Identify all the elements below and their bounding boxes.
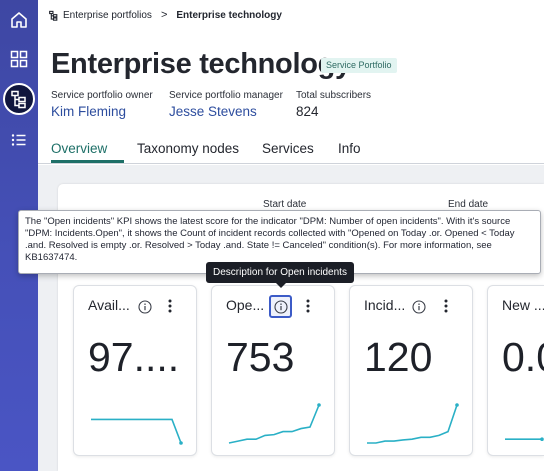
kpi-more-options-button[interactable] [301, 295, 315, 317]
sparkline-endpoint [317, 403, 321, 407]
tooltip-arrow [276, 283, 286, 288]
page-title: Enterprise technology [51, 48, 351, 80]
kpi-info-button[interactable] [133, 295, 156, 318]
kpi-card-title: Incid... [364, 297, 406, 313]
sparkline-path [228, 404, 320, 444]
dashboard-button[interactable] [4, 44, 34, 74]
home-icon [11, 12, 27, 28]
hierarchy-icon [49, 10, 58, 21]
subscribers-label: Total subscribers [296, 90, 372, 101]
sparkline-path [91, 418, 182, 444]
info-button-tooltip: Description for Open incidents [206, 262, 354, 283]
kpi-info-button[interactable] [269, 295, 292, 318]
more-vertical-icon [444, 299, 448, 313]
active-tab-indicator [51, 160, 124, 163]
tab-services[interactable]: Services [262, 141, 314, 156]
kpi-card[interactable]: Avail... 97.... [73, 285, 197, 456]
breadcrumb-separator: > [160, 9, 168, 21]
tab-info[interactable]: Info [338, 141, 361, 156]
sparkline-endpoint [455, 403, 459, 407]
portfolio-hierarchy-button[interactable] [3, 83, 35, 115]
breadcrumb-parent-label: Enterprise portfolios [63, 9, 152, 21]
kpi-value: 97.... [88, 334, 180, 380]
kpi-value: 120 [364, 334, 433, 380]
list-icon [11, 134, 26, 146]
owner-label: Service portfolio owner [51, 90, 153, 101]
info-icon [411, 299, 426, 314]
kpi-sparkline [505, 437, 544, 441]
manager-link[interactable]: Jesse Stevens [169, 104, 257, 119]
kpi-card-title: New ... [502, 297, 544, 313]
sparkline-endpoint [540, 437, 544, 441]
breadcrumb-current: Enterprise technology [176, 9, 282, 21]
kpi-card[interactable]: New ... 0.0 [487, 285, 544, 456]
kpi-sparkline [228, 403, 321, 444]
info-icon [273, 299, 288, 314]
home-button[interactable] [4, 5, 34, 35]
owner-link[interactable]: Kim Fleming [51, 104, 126, 119]
info-icon [137, 299, 152, 314]
kpi-card-title: Avail... [88, 297, 130, 313]
kpi-info-button[interactable] [407, 295, 430, 318]
sparkline-endpoint [179, 441, 183, 445]
subscribers-count: 824 [296, 104, 319, 119]
kpi-card[interactable]: Incid... 120 [349, 285, 473, 456]
tab-bar: Overview Taxonomy nodes Services Info [38, 136, 544, 164]
more-vertical-icon [306, 299, 310, 313]
manager-label: Service portfolio manager [169, 90, 283, 101]
portfolio-type-badge: Service Portfolio [321, 58, 397, 73]
hierarchy-icon [11, 90, 26, 109]
tab-overview[interactable]: Overview [51, 141, 107, 156]
list-button[interactable] [4, 125, 34, 155]
end-date-label: End date [448, 199, 489, 210]
breadcrumb-parent-link[interactable]: Enterprise portfolios [48, 10, 152, 21]
kpi-sparkline [91, 418, 183, 445]
kpi-more-options-button[interactable] [439, 295, 453, 317]
kpi-card[interactable]: Ope... 753 [211, 285, 335, 456]
breadcrumb: Enterprise portfolios > Enterprise techn… [48, 8, 282, 22]
tab-taxonomy-nodes[interactable]: Taxonomy nodes [137, 141, 239, 156]
kpi-value: 0.0 [502, 334, 544, 380]
kpi-sparkline [367, 403, 459, 444]
kpi-more-options-button[interactable] [163, 295, 177, 317]
more-vertical-icon [168, 299, 172, 313]
kpi-card-title: Ope... [226, 297, 265, 313]
grid-icon [10, 50, 28, 68]
start-date-label: Start date [263, 199, 307, 210]
sparkline-path [367, 404, 458, 444]
kpi-value: 753 [226, 334, 295, 380]
